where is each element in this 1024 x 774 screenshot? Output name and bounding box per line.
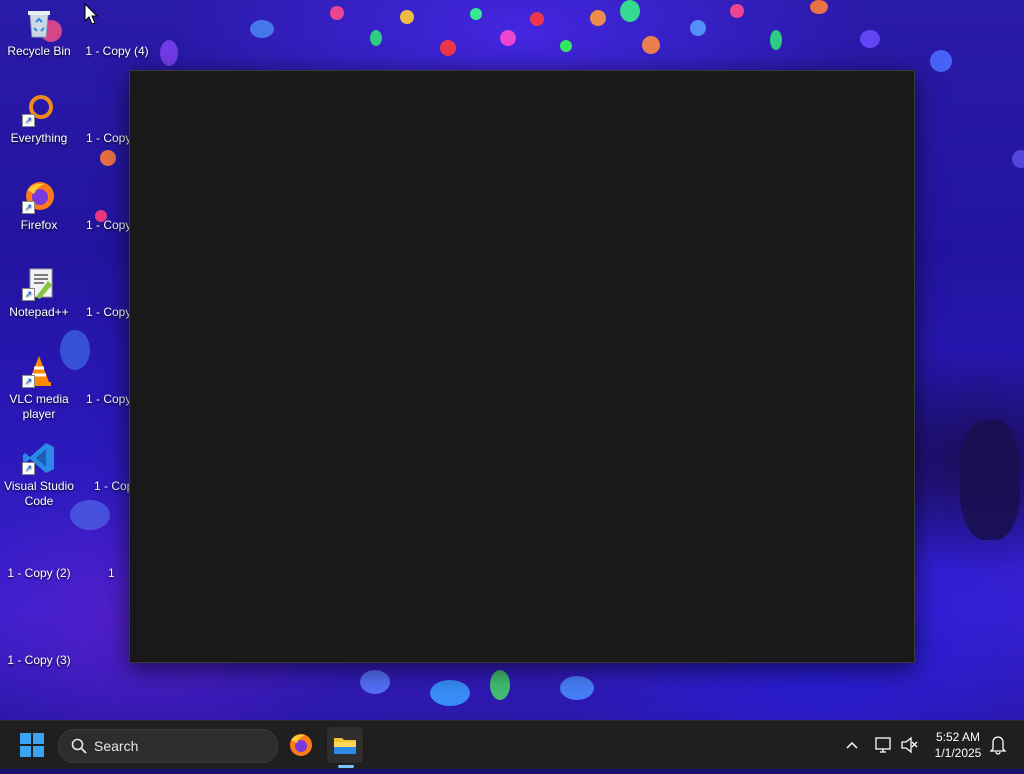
desktop-icon-notepadpp[interactable]: ↗ Notepad++ bbox=[2, 267, 76, 320]
shortcut-arrow-icon: ↗ bbox=[22, 375, 35, 388]
wallpaper-confetti bbox=[500, 30, 516, 46]
windows-logo-icon bbox=[20, 733, 31, 744]
wallpaper-confetti bbox=[860, 30, 880, 48]
chevron-up-icon bbox=[846, 741, 858, 749]
desktop-icon-label: Everything bbox=[10, 131, 68, 145]
wallpaper-confetti bbox=[810, 0, 828, 14]
desktop-icon-label: 1 - Copy (2) bbox=[7, 566, 71, 580]
file-explorer-icon bbox=[334, 738, 356, 754]
image-thumbnail-icon bbox=[22, 615, 56, 649]
wallpaper-confetti bbox=[250, 20, 274, 38]
shortcut-arrow-icon: ↗ bbox=[22, 462, 35, 475]
desktop-icon-label: Firefox bbox=[20, 218, 58, 232]
windows-logo-icon bbox=[33, 733, 44, 744]
volume-button[interactable] bbox=[899, 721, 919, 769]
windows-logo-icon bbox=[20, 746, 31, 757]
shortcut-arrow-icon: ↗ bbox=[22, 201, 35, 214]
wallpaper-confetti bbox=[470, 8, 482, 20]
wallpaper-confetti bbox=[360, 670, 390, 694]
desktop-icon-firefox[interactable]: ↗ Firefox bbox=[2, 180, 76, 233]
wallpaper-confetti bbox=[70, 500, 110, 530]
vlc-cone-icon: ↗ bbox=[22, 354, 56, 388]
wallpaper-confetti bbox=[560, 676, 594, 700]
wallpaper-confetti bbox=[690, 20, 706, 36]
wallpaper-confetti bbox=[100, 150, 116, 166]
clock-date: 1/1/2025 bbox=[934, 746, 982, 760]
show-hidden-icons-button[interactable] bbox=[842, 721, 862, 769]
desktop-icon-everything[interactable]: ↗ Everything bbox=[2, 93, 76, 146]
volume-muted-icon bbox=[901, 736, 918, 754]
wallpaper-confetti bbox=[440, 40, 456, 56]
recycle-bin-icon bbox=[22, 6, 56, 40]
wallpaper-confetti bbox=[430, 680, 470, 706]
everything-icon: ↗ bbox=[22, 93, 56, 127]
wallpaper-confetti bbox=[770, 30, 782, 50]
bell-icon bbox=[989, 736, 1007, 755]
desktop-icon-vscode[interactable]: ↗ Visual Studio Code bbox=[2, 441, 76, 509]
wallpaper-confetti bbox=[730, 4, 744, 18]
vscode-icon: ↗ bbox=[22, 441, 56, 475]
wallpaper-confetti bbox=[642, 36, 660, 54]
wallpaper-confetti bbox=[530, 12, 544, 26]
desktop-icon-vlc[interactable]: ↗ VLC media player bbox=[2, 354, 76, 422]
search-icon bbox=[71, 738, 87, 754]
notifications-button[interactable] bbox=[988, 721, 1008, 769]
wallpaper-confetti bbox=[160, 40, 178, 66]
wallpaper-confetti bbox=[490, 670, 510, 700]
shortcut-arrow-icon: ↗ bbox=[22, 288, 35, 301]
taskbar-clock[interactable]: 5:52 AM 1/1/2025 bbox=[925, 729, 991, 761]
wallpaper-confetti bbox=[370, 30, 382, 46]
wallpaper-confetti bbox=[590, 10, 606, 26]
wallpaper-confetti bbox=[400, 10, 414, 24]
desktop-icon-label: 1 - Copy (3) bbox=[7, 653, 71, 667]
notepadpp-icon: ↗ bbox=[22, 267, 56, 301]
image-thumbnail-icon bbox=[100, 6, 134, 40]
start-button[interactable] bbox=[20, 733, 44, 757]
desktop-icon-recycle-bin[interactable]: Recycle Bin bbox=[2, 6, 76, 59]
wallpaper-confetti bbox=[330, 6, 344, 20]
clock-time: 5:52 AM bbox=[935, 730, 981, 744]
taskbar-file-explorer-button[interactable] bbox=[327, 727, 363, 763]
desktop-icon-label: Recycle Bin bbox=[7, 44, 71, 58]
wallpaper-confetti bbox=[930, 50, 952, 72]
windows-logo-icon bbox=[33, 746, 44, 757]
wallpaper-confetti bbox=[960, 420, 1020, 540]
desktop-icon-label: VLC media player bbox=[9, 392, 69, 421]
desktop-icon-label: 1 - Copy (4) bbox=[85, 44, 149, 58]
search-placeholder: Search bbox=[94, 738, 139, 754]
desktop-icon-label: Notepad++ bbox=[9, 305, 69, 319]
desktop-icon-copy-2[interactable]: 1 - Copy (2) bbox=[2, 528, 76, 581]
wallpaper-confetti bbox=[620, 0, 640, 22]
blank-app-window[interactable] bbox=[129, 70, 915, 663]
image-thumbnail-icon bbox=[22, 528, 56, 562]
taskbar: Search 5:52 AM 1/1/2025 bbox=[0, 720, 1024, 769]
network-icon bbox=[875, 737, 891, 753]
shortcut-arrow-icon: ↗ bbox=[22, 114, 35, 127]
firefox-icon bbox=[290, 734, 312, 756]
wallpaper-confetti bbox=[1012, 150, 1024, 168]
firefox-icon: ↗ bbox=[22, 180, 56, 214]
desktop-icon-copy-3[interactable]: 1 - Copy (3) bbox=[2, 615, 76, 668]
taskbar-firefox-button[interactable] bbox=[283, 727, 319, 763]
network-status-button[interactable] bbox=[873, 721, 893, 769]
mouse-cursor-icon bbox=[84, 2, 99, 30]
taskbar-search-box[interactable]: Search bbox=[58, 729, 278, 763]
desktop-icon-label: Visual Studio Code bbox=[4, 479, 74, 508]
wallpaper-confetti bbox=[560, 40, 572, 52]
